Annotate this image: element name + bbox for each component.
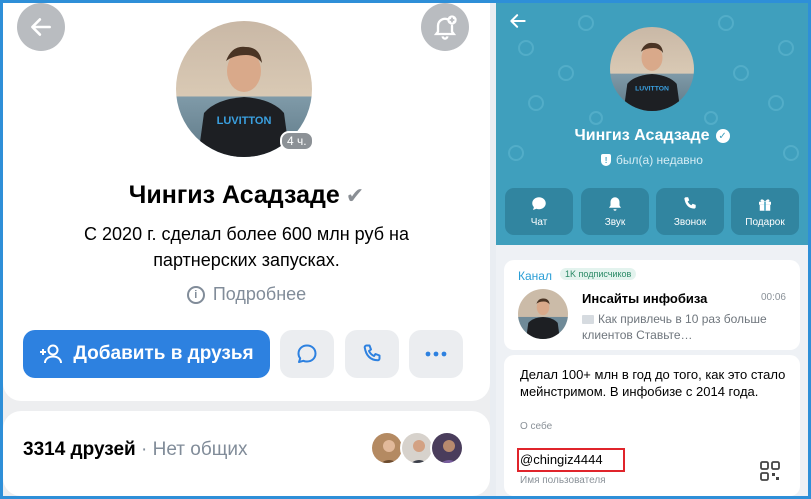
- svg-text:LUVITTON: LUVITTON: [635, 86, 669, 93]
- bio-card: Делал 100+ млн в год до того, как это ст…: [504, 355, 800, 496]
- svg-text:LUVITTON: LUVITTON: [217, 115, 272, 127]
- friends-count: 3314 друзей: [23, 439, 136, 460]
- gift-icon: [759, 199, 771, 211]
- profile-status: С 2020 г. сделал более 600 млн руб на па…: [84, 224, 409, 270]
- add-friend-button[interactable]: Добавить в друзья: [23, 330, 270, 378]
- channel-label: Канал: [518, 269, 552, 283]
- friends-summary: 3314 друзей · Нет общих: [23, 439, 247, 461]
- add-user-icon: [40, 344, 63, 364]
- channel-preview-text: Как привлечь в 10 раз больше клиентов Ст…: [582, 312, 767, 342]
- bio-label: О себе: [520, 421, 553, 432]
- chat-action-label: Чат: [530, 217, 548, 228]
- shield-icon: !: [601, 154, 612, 166]
- username-label: Имя пользователя: [520, 475, 606, 486]
- last-seen-status: ! был(а) недавно: [496, 153, 808, 167]
- arrow-left-icon: [31, 18, 51, 36]
- friend-avatar: [400, 431, 434, 465]
- profile-name: Чингиз Асадзаде ✔: [3, 181, 490, 210]
- add-friend-label: Добавить в друзья: [73, 343, 254, 364]
- qr-code-icon[interactable]: [760, 461, 780, 486]
- channel-preview: Как привлечь в 10 раз больше клиентов Ст…: [582, 311, 778, 343]
- telegram-profile-panel: LUVITTON Чингиз Асадзаде ✓ ! был(а) неда…: [496, 3, 808, 496]
- call-action-button[interactable]: Звонок: [656, 188, 724, 235]
- message-icon: [297, 344, 317, 363]
- flag-icon: [582, 315, 594, 325]
- phone-icon: [363, 344, 381, 362]
- friend-avatar: [370, 431, 404, 465]
- bell-plus-icon: [433, 15, 457, 40]
- info-icon: i: [186, 285, 205, 304]
- friend-avatar: [430, 431, 464, 465]
- last-seen-text: был(а) недавно: [616, 153, 703, 167]
- profile-avatar[interactable]: LUVITTON: [610, 27, 694, 111]
- channel-time: 00:06: [760, 292, 786, 303]
- checkmark-icon: ✔: [345, 183, 365, 208]
- profile-name-text: Чингиз Асадзаде: [574, 127, 710, 144]
- gift-action-label: Подарок: [745, 217, 785, 228]
- bio-text: Делал 100+ млн в год до того, как это ст…: [520, 367, 786, 399]
- telegram-profile-header: LUVITTON Чингиз Асадзаде ✓ ! был(а) неда…: [496, 3, 808, 245]
- more-info-link[interactable]: i Подробнее: [3, 284, 490, 305]
- back-button[interactable]: [17, 3, 65, 51]
- phone-icon: [684, 197, 696, 209]
- channel-title: Инсайты инфобиза: [582, 291, 708, 306]
- chat-action-button[interactable]: Чат: [505, 188, 573, 235]
- bell-icon: [609, 197, 621, 211]
- subscribers-badge: 1K подписчиков: [560, 268, 637, 280]
- call-button[interactable]: [345, 330, 399, 378]
- verified-icon: ✓: [715, 129, 730, 143]
- notify-button[interactable]: [421, 3, 469, 51]
- friends-card[interactable]: 3314 друзей · Нет общих: [3, 411, 490, 496]
- channel-card[interactable]: Канал 1K подписчиков Инсайты инфобиза 00…: [504, 260, 800, 350]
- sound-action-button[interactable]: Звук: [581, 188, 649, 235]
- more-actions-button[interactable]: [409, 330, 463, 378]
- chat-icon: [532, 197, 546, 210]
- back-button[interactable]: [508, 11, 528, 36]
- gift-action-button[interactable]: Подарок: [731, 188, 799, 235]
- sound-action-label: Звук: [604, 217, 626, 228]
- more-info-label: Подробнее: [212, 284, 307, 304]
- last-seen-badge: 4 ч.: [280, 131, 314, 151]
- profile-name: Чингиз Асадзаде ✓: [496, 127, 808, 145]
- more-horizontal-icon: [425, 351, 447, 357]
- friends-mutual: · Нет общих: [141, 439, 248, 460]
- username-value[interactable]: @chingiz4444: [520, 452, 603, 467]
- profile-name-text: Чингиз Асадзаде: [128, 181, 340, 209]
- call-action-label: Звонок: [673, 217, 707, 228]
- arrow-left-icon: [510, 14, 526, 28]
- vk-profile-panel: LUVITTON 4 ч. Чингиз Асадзаде ✔ С 2020 г.…: [3, 3, 490, 496]
- message-button[interactable]: [280, 330, 334, 378]
- channel-avatar: [518, 289, 568, 339]
- vk-profile-card: LUVITTON 4 ч. Чингиз Асадзаде ✔ С 2020 г.…: [3, 3, 490, 401]
